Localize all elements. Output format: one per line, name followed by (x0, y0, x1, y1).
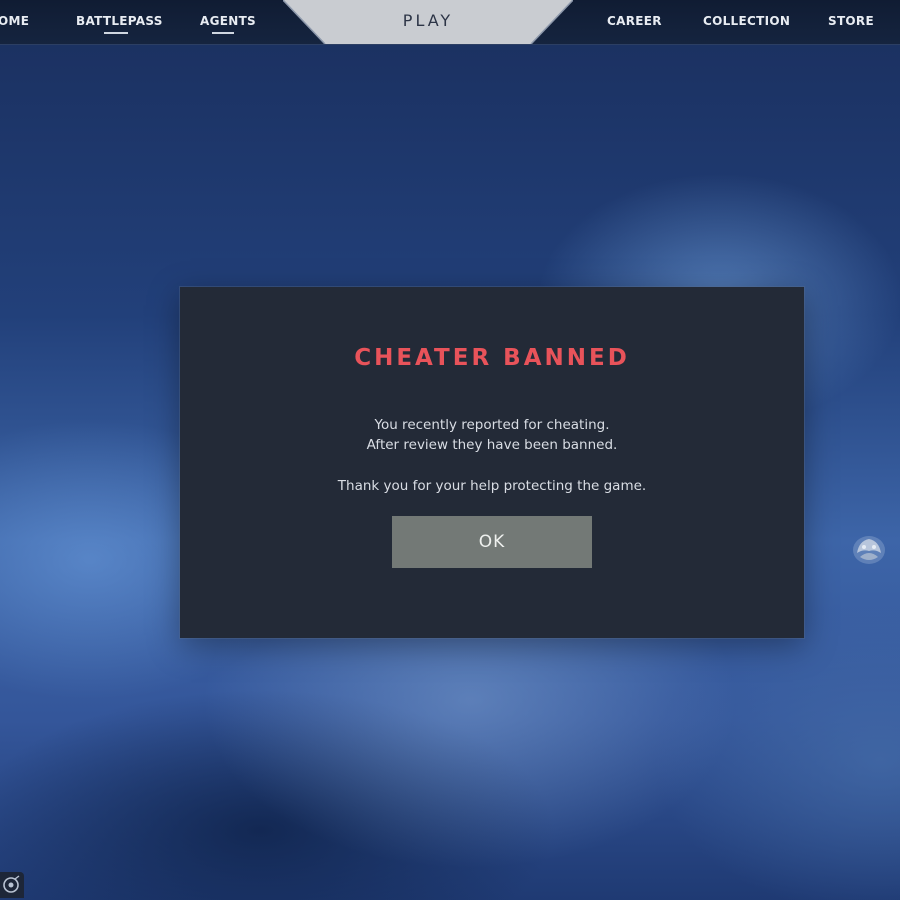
nav-item-store[interactable]: STORE (828, 14, 874, 28)
nav-item-battlepass[interactable]: BATTLEPASS (76, 14, 163, 28)
agent-emblem-graphic (853, 536, 885, 564)
dialog-title: CHEATER BANNED (354, 345, 630, 371)
social-icon[interactable] (0, 872, 24, 898)
nav-item-collection[interactable]: COLLECTION (703, 14, 790, 28)
top-nav: OME BATTLEPASS AGENTS PLAY CAREER COLLEC… (0, 0, 900, 45)
social-icon-graphic (3, 875, 20, 893)
tab-play[interactable]: PLAY (283, 0, 573, 44)
dialog-message-line-2: After review they have been banned. (366, 437, 618, 453)
nav-indicator-battlepass (104, 32, 128, 34)
dialog-message-line-3: Thank you for your help protecting the g… (337, 478, 647, 494)
dialog-message-line-1: You recently reported for cheating. (374, 417, 610, 433)
play-tab-label: PLAY (402, 11, 454, 30)
nav-indicator-agents (212, 32, 234, 34)
nav-item-home[interactable]: OME (0, 14, 29, 28)
client-background: OME BATTLEPASS AGENTS PLAY CAREER COLLEC… (0, 0, 900, 900)
nav-item-agents[interactable]: AGENTS (200, 14, 256, 28)
ban-notification-dialog: CHEATER BANNED You recently reported for… (180, 287, 804, 638)
ok-button[interactable]: OK (392, 516, 592, 568)
nav-item-career[interactable]: CAREER (607, 14, 662, 28)
agent-emblem-icon[interactable] (851, 533, 887, 567)
